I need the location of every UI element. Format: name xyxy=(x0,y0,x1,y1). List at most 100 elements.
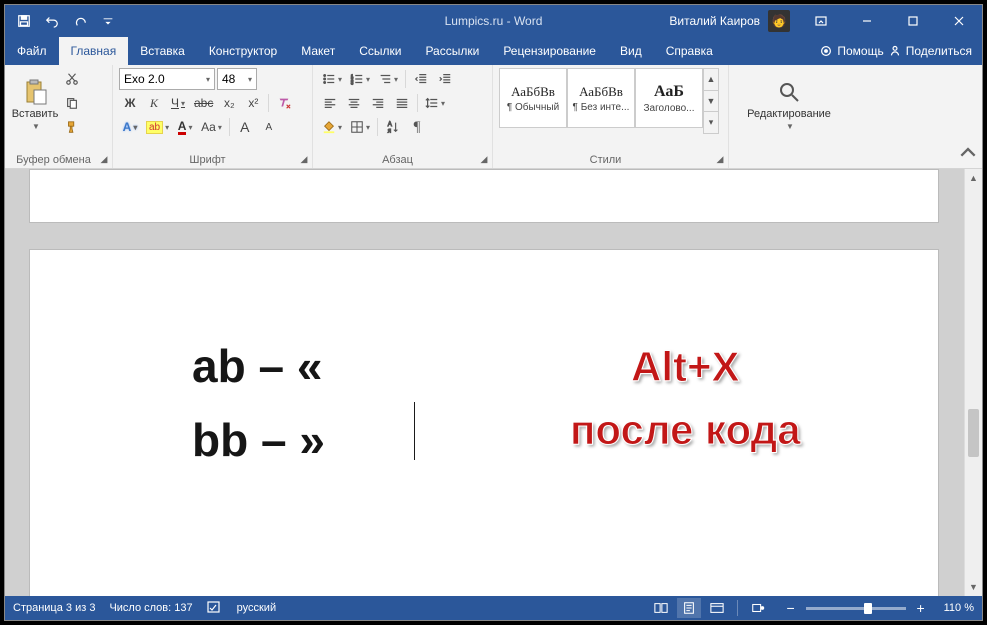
zoom-level[interactable]: 110 % xyxy=(944,602,974,614)
tab-help[interactable]: Справка xyxy=(654,37,725,65)
text-cursor xyxy=(414,402,415,460)
document-page[interactable]: ab – « bb – » Alt+X после кода xyxy=(29,249,939,596)
editing-label: Редактирование xyxy=(747,108,831,120)
increase-indent-button[interactable] xyxy=(434,68,456,90)
status-word-count[interactable]: Число слов: 137 xyxy=(109,602,192,614)
tab-references[interactable]: Ссылки xyxy=(347,37,413,65)
ribbon-display-options-icon[interactable] xyxy=(798,5,844,37)
title-bar: Lumpics.ru - Word Виталий Каиров 🧑 xyxy=(5,5,982,37)
view-read-mode-icon[interactable] xyxy=(649,598,673,618)
align-right-button[interactable] xyxy=(367,92,389,114)
scroll-thumb[interactable] xyxy=(968,409,979,457)
status-spellcheck-icon[interactable] xyxy=(207,601,223,615)
gallery-down-icon[interactable]: ▼ xyxy=(704,91,718,113)
styles-launcher-icon[interactable]: ◢ xyxy=(714,153,726,165)
sort-button[interactable]: Aя xyxy=(382,116,404,138)
save-icon[interactable] xyxy=(13,10,35,32)
window-title: Lumpics.ru - Word xyxy=(445,14,543,28)
format-painter-icon[interactable] xyxy=(61,116,83,138)
qat-customize-icon[interactable] xyxy=(97,10,119,32)
scroll-up-icon[interactable]: ▲ xyxy=(965,169,982,187)
undo-icon[interactable] xyxy=(41,10,63,32)
gallery-more-icon[interactable]: ▾ xyxy=(704,112,718,133)
style-normal[interactable]: АаБбВв ¶ Обычный xyxy=(499,68,567,128)
style-heading1[interactable]: АаБ Заголово... xyxy=(635,68,703,128)
tab-review[interactable]: Рецензирование xyxy=(491,37,608,65)
tab-mailings[interactable]: Рассылки xyxy=(413,37,491,65)
justify-button[interactable] xyxy=(391,92,413,114)
share-label: Поделиться xyxy=(906,44,972,58)
ribbon-tabs: Файл Главная Вставка Конструктор Макет С… xyxy=(5,37,982,65)
maximize-icon[interactable] xyxy=(890,5,936,37)
bullets-button[interactable]: ▾ xyxy=(319,68,345,90)
tab-file[interactable]: Файл xyxy=(5,37,59,65)
group-paragraph: ▾ 123▾ ▾ ▾ ▾ ▾ xyxy=(313,65,493,168)
zoom-in-button[interactable]: + xyxy=(912,599,930,617)
superscript-button[interactable]: x² xyxy=(242,92,264,114)
tell-me-button[interactable]: Помощь xyxy=(819,44,883,58)
clipboard-launcher-icon[interactable]: ◢ xyxy=(98,153,110,165)
font-name-combo[interactable]: Exo 2.0▾ xyxy=(119,68,215,90)
borders-button[interactable]: ▾ xyxy=(347,116,373,138)
style-no-spacing[interactable]: АаБбВв ¶ Без инте... xyxy=(567,68,635,128)
text-effects-button[interactable]: A▾ xyxy=(119,116,141,138)
view-web-layout-icon[interactable] xyxy=(705,598,729,618)
collapse-ribbon-icon[interactable] xyxy=(958,144,978,164)
paste-button[interactable]: Вставить ▼ xyxy=(11,68,59,140)
group-font-label: Шрифт xyxy=(113,154,302,166)
zoom-out-button[interactable]: − xyxy=(782,599,800,617)
underline-button[interactable]: Ч▾ xyxy=(167,92,189,114)
status-page[interactable]: Страница 3 из 3 xyxy=(13,602,95,614)
multilevel-list-button[interactable]: ▾ xyxy=(375,68,401,90)
quick-access-toolbar xyxy=(5,10,127,32)
decrease-indent-button[interactable] xyxy=(410,68,432,90)
shading-button[interactable]: ▾ xyxy=(319,116,345,138)
minimize-icon[interactable] xyxy=(844,5,890,37)
close-icon[interactable] xyxy=(936,5,982,37)
tab-insert[interactable]: Вставка xyxy=(128,37,197,65)
share-button[interactable]: Поделиться xyxy=(888,44,972,58)
annotation-overlay: Alt+X после кода xyxy=(570,335,801,461)
styles-gallery-scroll: ▲ ▼ ▾ xyxy=(703,68,719,134)
show-marks-button[interactable]: ¶ xyxy=(406,116,428,138)
redo-icon[interactable] xyxy=(69,10,91,32)
previous-page-bottom[interactable] xyxy=(29,169,939,223)
font-launcher-icon[interactable]: ◢ xyxy=(298,153,310,165)
change-case-button[interactable]: Aa▾ xyxy=(198,116,225,138)
align-left-button[interactable] xyxy=(319,92,341,114)
editing-button[interactable]: Редактирование ▼ xyxy=(735,68,843,140)
account-name[interactable]: Виталий Каиров xyxy=(663,14,766,28)
font-size-combo[interactable]: 48▾ xyxy=(217,68,257,90)
zoom-thumb[interactable] xyxy=(864,603,872,614)
doc-line-1: ab – « xyxy=(192,330,325,404)
vertical-scrollbar[interactable]: ▲ ▼ xyxy=(964,169,982,596)
paragraph-launcher-icon[interactable]: ◢ xyxy=(478,153,490,165)
scroll-down-icon[interactable]: ▼ xyxy=(965,578,982,596)
paste-label: Вставить xyxy=(12,108,59,120)
highlight-button[interactable]: ab▾ xyxy=(143,116,172,138)
bold-button[interactable]: Ж xyxy=(119,92,141,114)
gallery-up-icon[interactable]: ▲ xyxy=(704,69,718,91)
font-color-button[interactable]: A▾ xyxy=(174,116,196,138)
subscript-button[interactable]: x₂ xyxy=(218,92,240,114)
grow-font-button[interactable]: A xyxy=(234,116,256,138)
align-center-button[interactable] xyxy=(343,92,365,114)
italic-button[interactable]: К xyxy=(143,92,165,114)
strikethrough-button[interactable]: abc xyxy=(191,92,216,114)
clear-formatting-icon[interactable] xyxy=(273,92,295,114)
tab-view[interactable]: Вид xyxy=(608,37,654,65)
status-language[interactable]: русский xyxy=(237,602,276,614)
line-spacing-button[interactable]: ▾ xyxy=(422,92,448,114)
tab-home[interactable]: Главная xyxy=(59,37,129,65)
account-avatar[interactable]: 🧑 xyxy=(768,10,790,32)
copy-icon[interactable] xyxy=(61,92,83,114)
font-size-value: 48 xyxy=(222,72,235,86)
tab-layout[interactable]: Макет xyxy=(289,37,347,65)
cut-icon[interactable] xyxy=(61,68,83,90)
tab-design[interactable]: Конструктор xyxy=(197,37,289,65)
view-print-layout-icon[interactable] xyxy=(677,598,701,618)
numbering-button[interactable]: 123▾ xyxy=(347,68,373,90)
zoom-track[interactable] xyxy=(806,607,906,610)
macro-record-icon[interactable] xyxy=(746,598,770,618)
shrink-font-button[interactable]: A xyxy=(258,116,280,138)
